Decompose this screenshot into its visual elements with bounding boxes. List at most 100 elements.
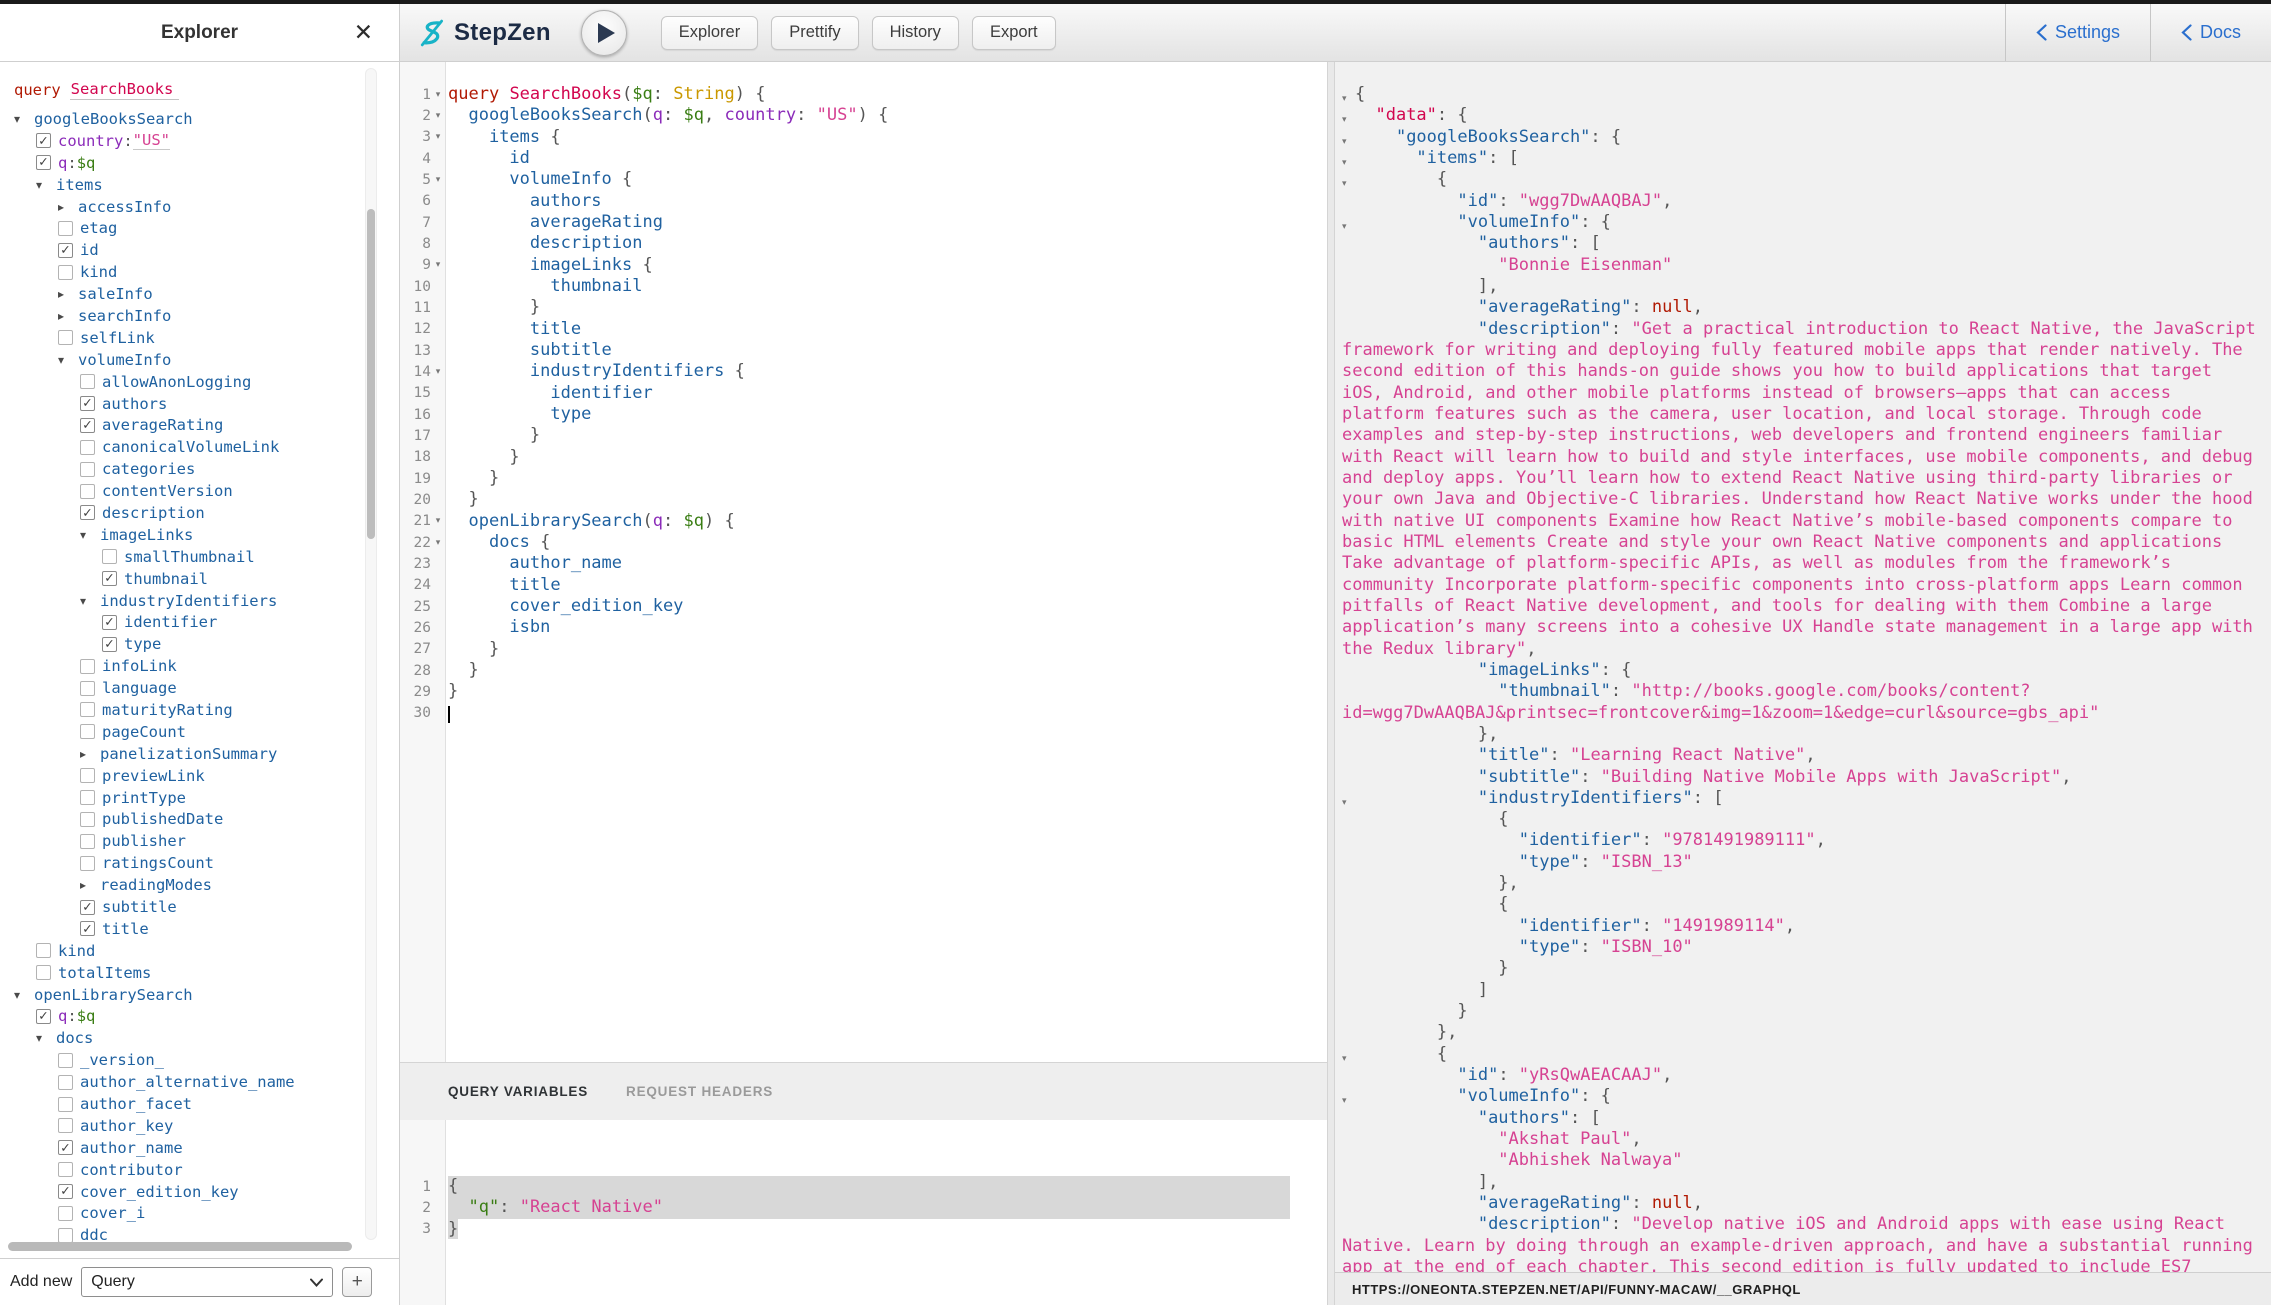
explorer-horizontal-scrollbar[interactable] (8, 1242, 352, 1251)
fold-arrow-icon[interactable]: ▾ (431, 538, 445, 548)
scrollbar-thumb[interactable] (367, 209, 375, 539)
pane-resize-handle[interactable] (1327, 62, 1335, 1305)
field-checkbox[interactable] (80, 812, 95, 827)
nav-link-settings[interactable]: Settings (2006, 4, 2150, 61)
expand-arrow-icon[interactable]: ▾ (58, 353, 78, 367)
expand-arrow-icon[interactable]: ▾ (80, 594, 100, 608)
fold-arrow-icon[interactable]: ▾ (431, 90, 445, 100)
field-checkbox[interactable] (58, 1075, 73, 1090)
explorer-field-row[interactable]: description (0, 502, 399, 524)
explorer-field-row[interactable]: canonicalVolumeLink (0, 436, 399, 458)
field-checkbox[interactable] (58, 1140, 73, 1155)
explorer-field-row[interactable]: ▸saleInfo (0, 283, 399, 305)
fold-arrow-icon[interactable]: ▾ (431, 367, 445, 377)
explorer-field-row[interactable]: kind (0, 261, 399, 283)
topbar-button-history[interactable]: History (872, 16, 959, 50)
explorer-field-row[interactable]: contributor (0, 1159, 399, 1181)
explorer-field-row[interactable]: authors (0, 393, 399, 415)
explorer-field-row[interactable]: kind (0, 940, 399, 962)
result-viewer[interactable]: ▾{▾ "data": {▾ "googleBooksSearch": {▾ "… (1335, 62, 2271, 1272)
field-checkbox[interactable] (80, 900, 95, 915)
explorer-field-row[interactable]: ▾imageLinks (0, 524, 399, 546)
field-checkbox[interactable] (58, 265, 73, 280)
field-checkbox[interactable] (80, 462, 95, 477)
fold-arrow-icon[interactable]: ▾ (431, 175, 445, 185)
fold-arrow-icon[interactable]: ▾ (431, 111, 445, 121)
expand-arrow-icon[interactable]: ▸ (58, 287, 78, 301)
field-checkbox[interactable] (80, 856, 95, 871)
explorer-field-row[interactable]: subtitle (0, 896, 399, 918)
explorer-field-row[interactable]: pageCount (0, 721, 399, 743)
explorer-arg-row[interactable]: q: $q (0, 152, 399, 174)
explorer-field-row[interactable]: ▾industryIdentifiers (0, 590, 399, 612)
variables-editor[interactable]: 123 { "q": "React Native"} (400, 1120, 1327, 1305)
explorer-field-row[interactable]: allowAnonLogging (0, 371, 399, 393)
explorer-field-row[interactable]: ratingsCount (0, 852, 399, 874)
tab-request-headers[interactable]: REQUEST HEADERS (626, 1084, 773, 1099)
explorer-field-row[interactable]: averageRating (0, 414, 399, 436)
field-checkbox[interactable] (58, 1184, 73, 1199)
close-icon[interactable]: ✕ (354, 20, 373, 46)
query-editor[interactable]: 1▾2▾3▾45▾6789▾1011121314▾15161718192021▾… (400, 62, 1327, 1062)
expand-arrow-icon[interactable]: ▸ (58, 200, 78, 214)
field-checkbox[interactable] (80, 659, 95, 674)
add-operation-button[interactable]: + (342, 1267, 372, 1297)
explorer-field-row[interactable]: author_alternative_name (0, 1071, 399, 1093)
tab-query-variables[interactable]: QUERY VARIABLES (448, 1084, 588, 1099)
explorer-field-row[interactable]: cover_i (0, 1203, 399, 1225)
field-checkbox[interactable] (58, 1228, 73, 1243)
explorer-field-row[interactable]: ▾items (0, 174, 399, 196)
topbar-button-export[interactable]: Export (972, 16, 1056, 50)
field-checkbox[interactable] (58, 221, 73, 236)
explorer-vertical-scrollbar[interactable] (365, 68, 377, 1240)
explorer-field-row[interactable]: printType (0, 787, 399, 809)
fold-arrow-icon[interactable]: ▾ (431, 516, 445, 526)
explorer-field-row[interactable]: id (0, 239, 399, 261)
explorer-field-row[interactable]: infoLink (0, 655, 399, 677)
expand-arrow-icon[interactable]: ▾ (36, 1031, 56, 1045)
explorer-field-row[interactable]: previewLink (0, 765, 399, 787)
explorer-field-row[interactable]: language (0, 677, 399, 699)
field-checkbox[interactable] (36, 943, 51, 958)
explorer-field-row[interactable]: maturityRating (0, 699, 399, 721)
explorer-field-row[interactable]: ▸panelizationSummary (0, 743, 399, 765)
field-checkbox[interactable] (58, 330, 73, 345)
field-checkbox[interactable] (80, 921, 95, 936)
expand-arrow-icon[interactable]: ▸ (58, 309, 78, 323)
operation-name-input[interactable]: SearchBooks (70, 80, 180, 100)
arg-checkbox[interactable] (36, 133, 51, 148)
arg-value[interactable]: "US" (133, 131, 170, 150)
explorer-field-row[interactable]: author_facet (0, 1093, 399, 1115)
explorer-field-row[interactable]: ▾volumeInfo (0, 349, 399, 371)
explorer-field-row[interactable]: publisher (0, 830, 399, 852)
explorer-field-row[interactable]: etag (0, 217, 399, 239)
fold-arrow-icon[interactable]: ▾ (431, 132, 445, 142)
topbar-button-prettify[interactable]: Prettify (771, 16, 858, 50)
field-checkbox[interactable] (102, 637, 117, 652)
field-checkbox[interactable] (36, 965, 51, 980)
explorer-field-row[interactable]: thumbnail (0, 568, 399, 590)
explorer-field-row[interactable]: _version_ (0, 1049, 399, 1071)
field-checkbox[interactable] (80, 440, 95, 455)
field-checkbox[interactable] (58, 1097, 73, 1112)
field-checkbox[interactable] (102, 549, 117, 564)
arg-checkbox[interactable] (36, 1009, 51, 1024)
field-checkbox[interactable] (80, 505, 95, 520)
explorer-field-row[interactable]: author_name (0, 1137, 399, 1159)
field-checkbox[interactable] (80, 702, 95, 717)
explorer-field-row[interactable]: smallThumbnail (0, 546, 399, 568)
expand-arrow-icon[interactable]: ▾ (80, 528, 100, 542)
expand-arrow-icon[interactable]: ▾ (14, 112, 34, 126)
field-checkbox[interactable] (80, 724, 95, 739)
explorer-field-row[interactable]: categories (0, 458, 399, 480)
field-checkbox[interactable] (80, 374, 95, 389)
add-new-select[interactable]: Query (81, 1267, 333, 1297)
explorer-field-row[interactable]: cover_edition_key (0, 1181, 399, 1203)
field-checkbox[interactable] (58, 1118, 73, 1133)
topbar-button-explorer[interactable]: Explorer (661, 16, 758, 50)
explorer-field-row[interactable]: type (0, 633, 399, 655)
arg-checkbox[interactable] (36, 155, 51, 170)
explorer-field-row[interactable]: totalItems (0, 962, 399, 984)
field-checkbox[interactable] (58, 1162, 73, 1177)
explorer-field-row[interactable]: contentVersion (0, 480, 399, 502)
